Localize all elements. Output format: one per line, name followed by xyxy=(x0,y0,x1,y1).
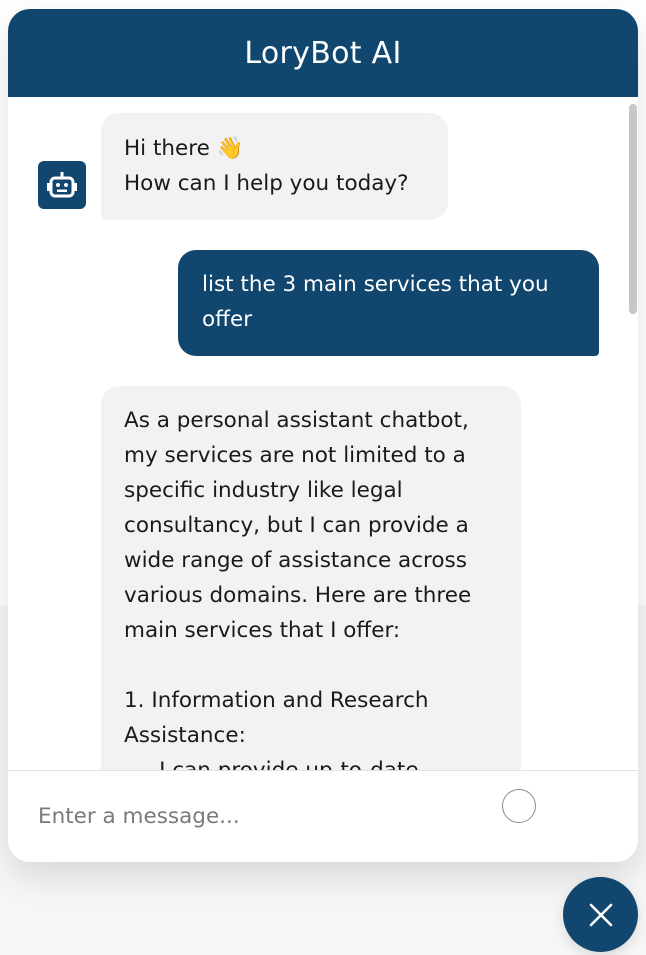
message-list-scrollbar[interactable] xyxy=(629,104,637,314)
bot-message: As a personal assistant chatbot, my serv… xyxy=(101,386,521,826)
chat-window: LoryBot AI Hi there 👋 How can I help you… xyxy=(8,9,638,862)
message-input[interactable] xyxy=(36,795,480,837)
send-circle-icon[interactable] xyxy=(502,789,536,823)
close-chat-button[interactable] xyxy=(563,877,638,952)
close-icon xyxy=(589,903,612,926)
robot-icon xyxy=(38,161,86,209)
chat-title: LoryBot AI xyxy=(244,35,402,71)
chat-header: LoryBot AI xyxy=(8,9,638,97)
user-message: list the 3 main services that you offer xyxy=(178,250,599,356)
message-composer xyxy=(8,770,638,862)
robot-icon-glyph xyxy=(47,172,77,198)
bot-message: Hi there 👋 How can I help you today? xyxy=(101,113,448,220)
